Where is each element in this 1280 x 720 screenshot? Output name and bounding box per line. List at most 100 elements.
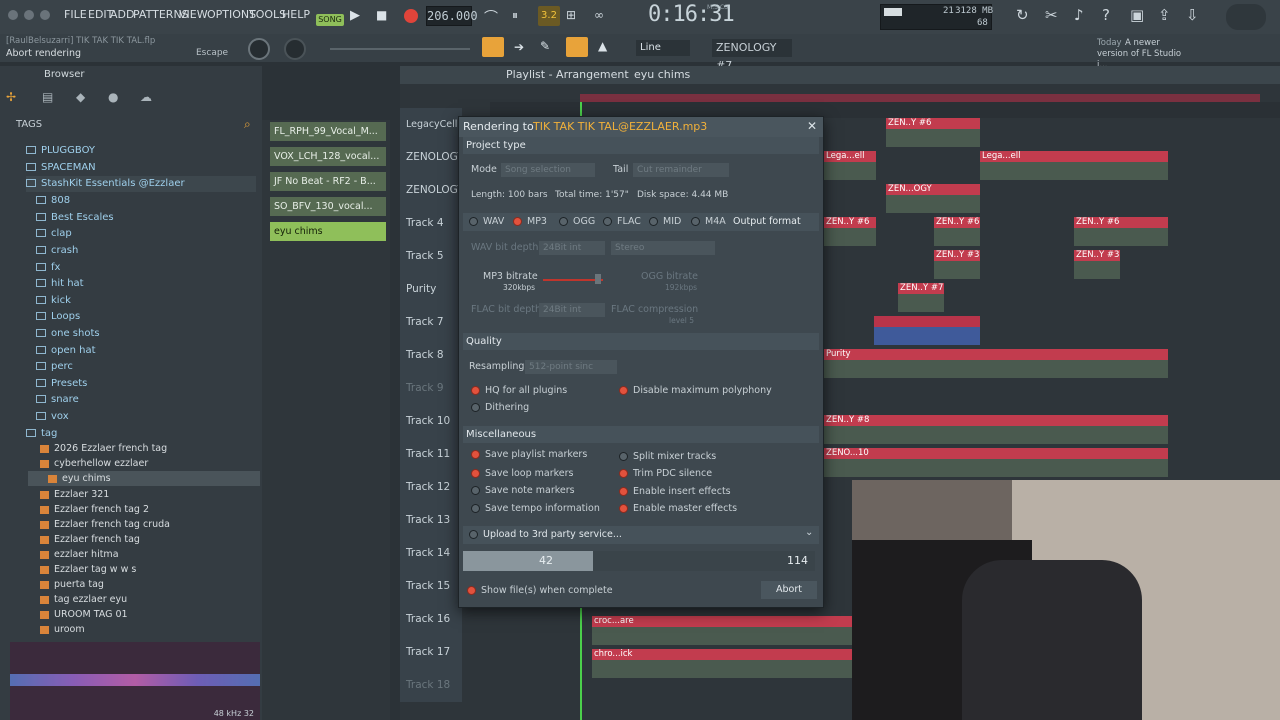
metronome-icon[interactable]: ⌒ — [484, 7, 498, 27]
link-icon[interactable] — [566, 37, 588, 57]
browser-tab-plugins[interactable]: ◆ — [76, 90, 85, 104]
folder-808[interactable]: 808 — [36, 193, 70, 209]
save-icon[interactable]: ▣ — [1130, 6, 1144, 24]
tag-file[interactable]: 2026 Ezzlaer french tag — [40, 441, 167, 456]
step-edit-icon[interactable]: ⊞ — [566, 8, 576, 22]
tools-icon[interactable]: ✂ — [1045, 6, 1058, 24]
pattern-clip[interactable]: Lega...ell — [824, 151, 876, 180]
track-header[interactable]: ZENOLOGY — [400, 174, 464, 207]
split-mixer-checkbox[interactable] — [619, 452, 628, 461]
folder-pluggboy[interactable]: PLUGGBOY — [26, 143, 95, 159]
pattern-clip[interactable]: croc...are — [592, 616, 852, 645]
chevron-down-icon[interactable]: ⌄ — [805, 527, 813, 538]
disable-poly-checkbox[interactable] — [619, 386, 628, 395]
folder-fx[interactable]: fx — [36, 260, 60, 276]
channel-item[interactable]: SO_BFV_130_vocal... — [270, 197, 386, 216]
folder-spaceman[interactable]: SPACEMAN — [26, 160, 96, 176]
browser-tab-files[interactable]: ▤ — [42, 90, 53, 104]
close-icon[interactable]: ✕ — [807, 119, 817, 133]
search-icon[interactable]: ⌕ — [244, 117, 251, 132]
snap-select[interactable]: Line — [636, 40, 690, 56]
folder-kick[interactable]: kick — [36, 293, 71, 309]
master-volume-knob[interactable] — [248, 38, 270, 60]
dithering-checkbox[interactable] — [471, 403, 480, 412]
download-icon[interactable]: ⇩ — [1186, 6, 1199, 24]
folder-perc[interactable]: perc — [36, 359, 73, 375]
tag-file[interactable]: Ezzlaer tag w w s — [40, 562, 136, 577]
mp3-bitrate-handle[interactable] — [595, 274, 601, 284]
folder-crash[interactable]: crash — [36, 243, 78, 259]
abort-button[interactable]: Abort — [761, 581, 817, 599]
pattern-clip[interactable]: chro...ick — [592, 649, 852, 678]
folder-snare[interactable]: snare — [36, 392, 79, 408]
microphone-icon[interactable]: ♪ — [1074, 6, 1084, 24]
menu-file[interactable]: FILE — [64, 8, 87, 21]
snap-arrow-icon[interactable]: ➔ — [514, 40, 524, 54]
wait-icon[interactable]: ⏸ — [512, 8, 518, 23]
pattern-clip[interactable]: ZEN..Y #3 — [934, 250, 980, 279]
tag-file[interactable]: ezzlaer hitma — [40, 547, 119, 562]
wav-radio[interactable] — [469, 217, 478, 226]
track-header[interactable]: Track 8 — [400, 339, 462, 372]
tempo-display[interactable]: 206.000 — [426, 6, 478, 26]
pattern-clip[interactable]: ZEN..Y #6 — [1074, 217, 1168, 246]
channel-item[interactable]: JF No Beat - RF2 - B... — [270, 172, 386, 191]
track-header[interactable]: LegacyCell — [400, 108, 462, 141]
playlist-toggle-icon[interactable] — [482, 37, 504, 57]
folder-stashkit[interactable]: StashKit Essentials @Ezzlaer — [26, 176, 256, 192]
pattern-clip[interactable]: ZEN..Y #3 — [1074, 250, 1120, 279]
track-header[interactable]: Track 16 — [400, 603, 462, 636]
help-icon[interactable]: ? — [1102, 6, 1110, 24]
channels-select[interactable]: Stereo — [611, 241, 715, 255]
master-pitch-knob[interactable] — [284, 38, 306, 60]
mp3-bitrate-slider[interactable] — [543, 279, 603, 281]
enable-master-checkbox[interactable] — [619, 504, 628, 513]
browser-tab-cloud[interactable]: ☁ — [140, 90, 152, 104]
tag-file[interactable]: Ezzlaer french tag cruda — [40, 517, 170, 532]
tag-file[interactable]: Ezzlaer french tag — [40, 532, 140, 547]
track-header[interactable]: Track 10 — [400, 405, 462, 438]
m4a-radio[interactable] — [691, 217, 700, 226]
folder-presets[interactable]: Presets — [36, 376, 87, 392]
tag-file[interactable]: Ezzlaer french tag 2 — [40, 502, 149, 517]
track-header[interactable]: Purity — [400, 273, 462, 306]
pattern-clip[interactable]: ZEN..Y #6 — [886, 118, 980, 147]
pattern-clip[interactable]: Purity — [824, 349, 1168, 378]
pattern-clip[interactable]: ZEN...OGY — [886, 184, 980, 213]
trim-pdc-checkbox[interactable] — [619, 469, 628, 478]
folder-vox[interactable]: vox — [36, 409, 69, 425]
flac-radio[interactable] — [603, 217, 612, 226]
folder-one-shots[interactable]: one shots — [36, 326, 100, 342]
maximize-window-icon[interactable] — [40, 10, 50, 20]
menu-view[interactable]: VIEW — [179, 8, 208, 21]
enable-insert-checkbox[interactable] — [619, 487, 628, 496]
menu-help[interactable]: HELP — [282, 8, 310, 21]
tag-file[interactable]: Ezzlaer 321 — [40, 487, 109, 502]
folder-tag[interactable]: tag — [26, 426, 57, 442]
tag-file[interactable]: puerta tag — [40, 577, 104, 592]
pattern-clip[interactable]: ZEN..Y #6 — [934, 217, 980, 246]
tag-file[interactable]: tag ezzlaer eyu — [40, 592, 127, 607]
hq-plugins-checkbox[interactable] — [471, 386, 480, 395]
minimize-window-icon[interactable] — [24, 10, 34, 20]
folder-hit-hat[interactable]: hit hat — [36, 276, 84, 292]
pattern-clip[interactable]: ZEN..Y #7 — [898, 283, 944, 312]
mp3-radio[interactable] — [513, 217, 522, 226]
tag-file-selected[interactable]: eyu chims — [28, 471, 260, 486]
track-header[interactable]: Track 4 — [400, 207, 462, 240]
track-header[interactable]: Track 17 — [400, 636, 462, 669]
track-header[interactable]: Track 7 — [400, 306, 462, 339]
mid-radio[interactable] — [649, 217, 658, 226]
mixer-slider[interactable] — [330, 48, 470, 50]
draw-icon[interactable]: ✎ — [540, 39, 550, 53]
play-icon[interactable]: ▶ — [350, 8, 360, 23]
channel-item[interactable]: FL_RPH_99_Vocal_M... — [270, 122, 386, 141]
save-note-markers-checkbox[interactable] — [471, 486, 480, 495]
song-mode-toggle[interactable]: SONG — [316, 14, 344, 26]
save-loop-markers-checkbox[interactable] — [471, 469, 480, 478]
pattern-clip[interactable]: ZEN..Y #8 — [824, 415, 1168, 444]
waveform-preview[interactable]: 48 kHz 32 — [10, 642, 260, 720]
browser-tab-all[interactable]: ✢ — [6, 90, 16, 104]
stop-icon[interactable]: ■ — [376, 8, 387, 22]
resampling-select[interactable]: 512-point sinc — [525, 360, 617, 374]
